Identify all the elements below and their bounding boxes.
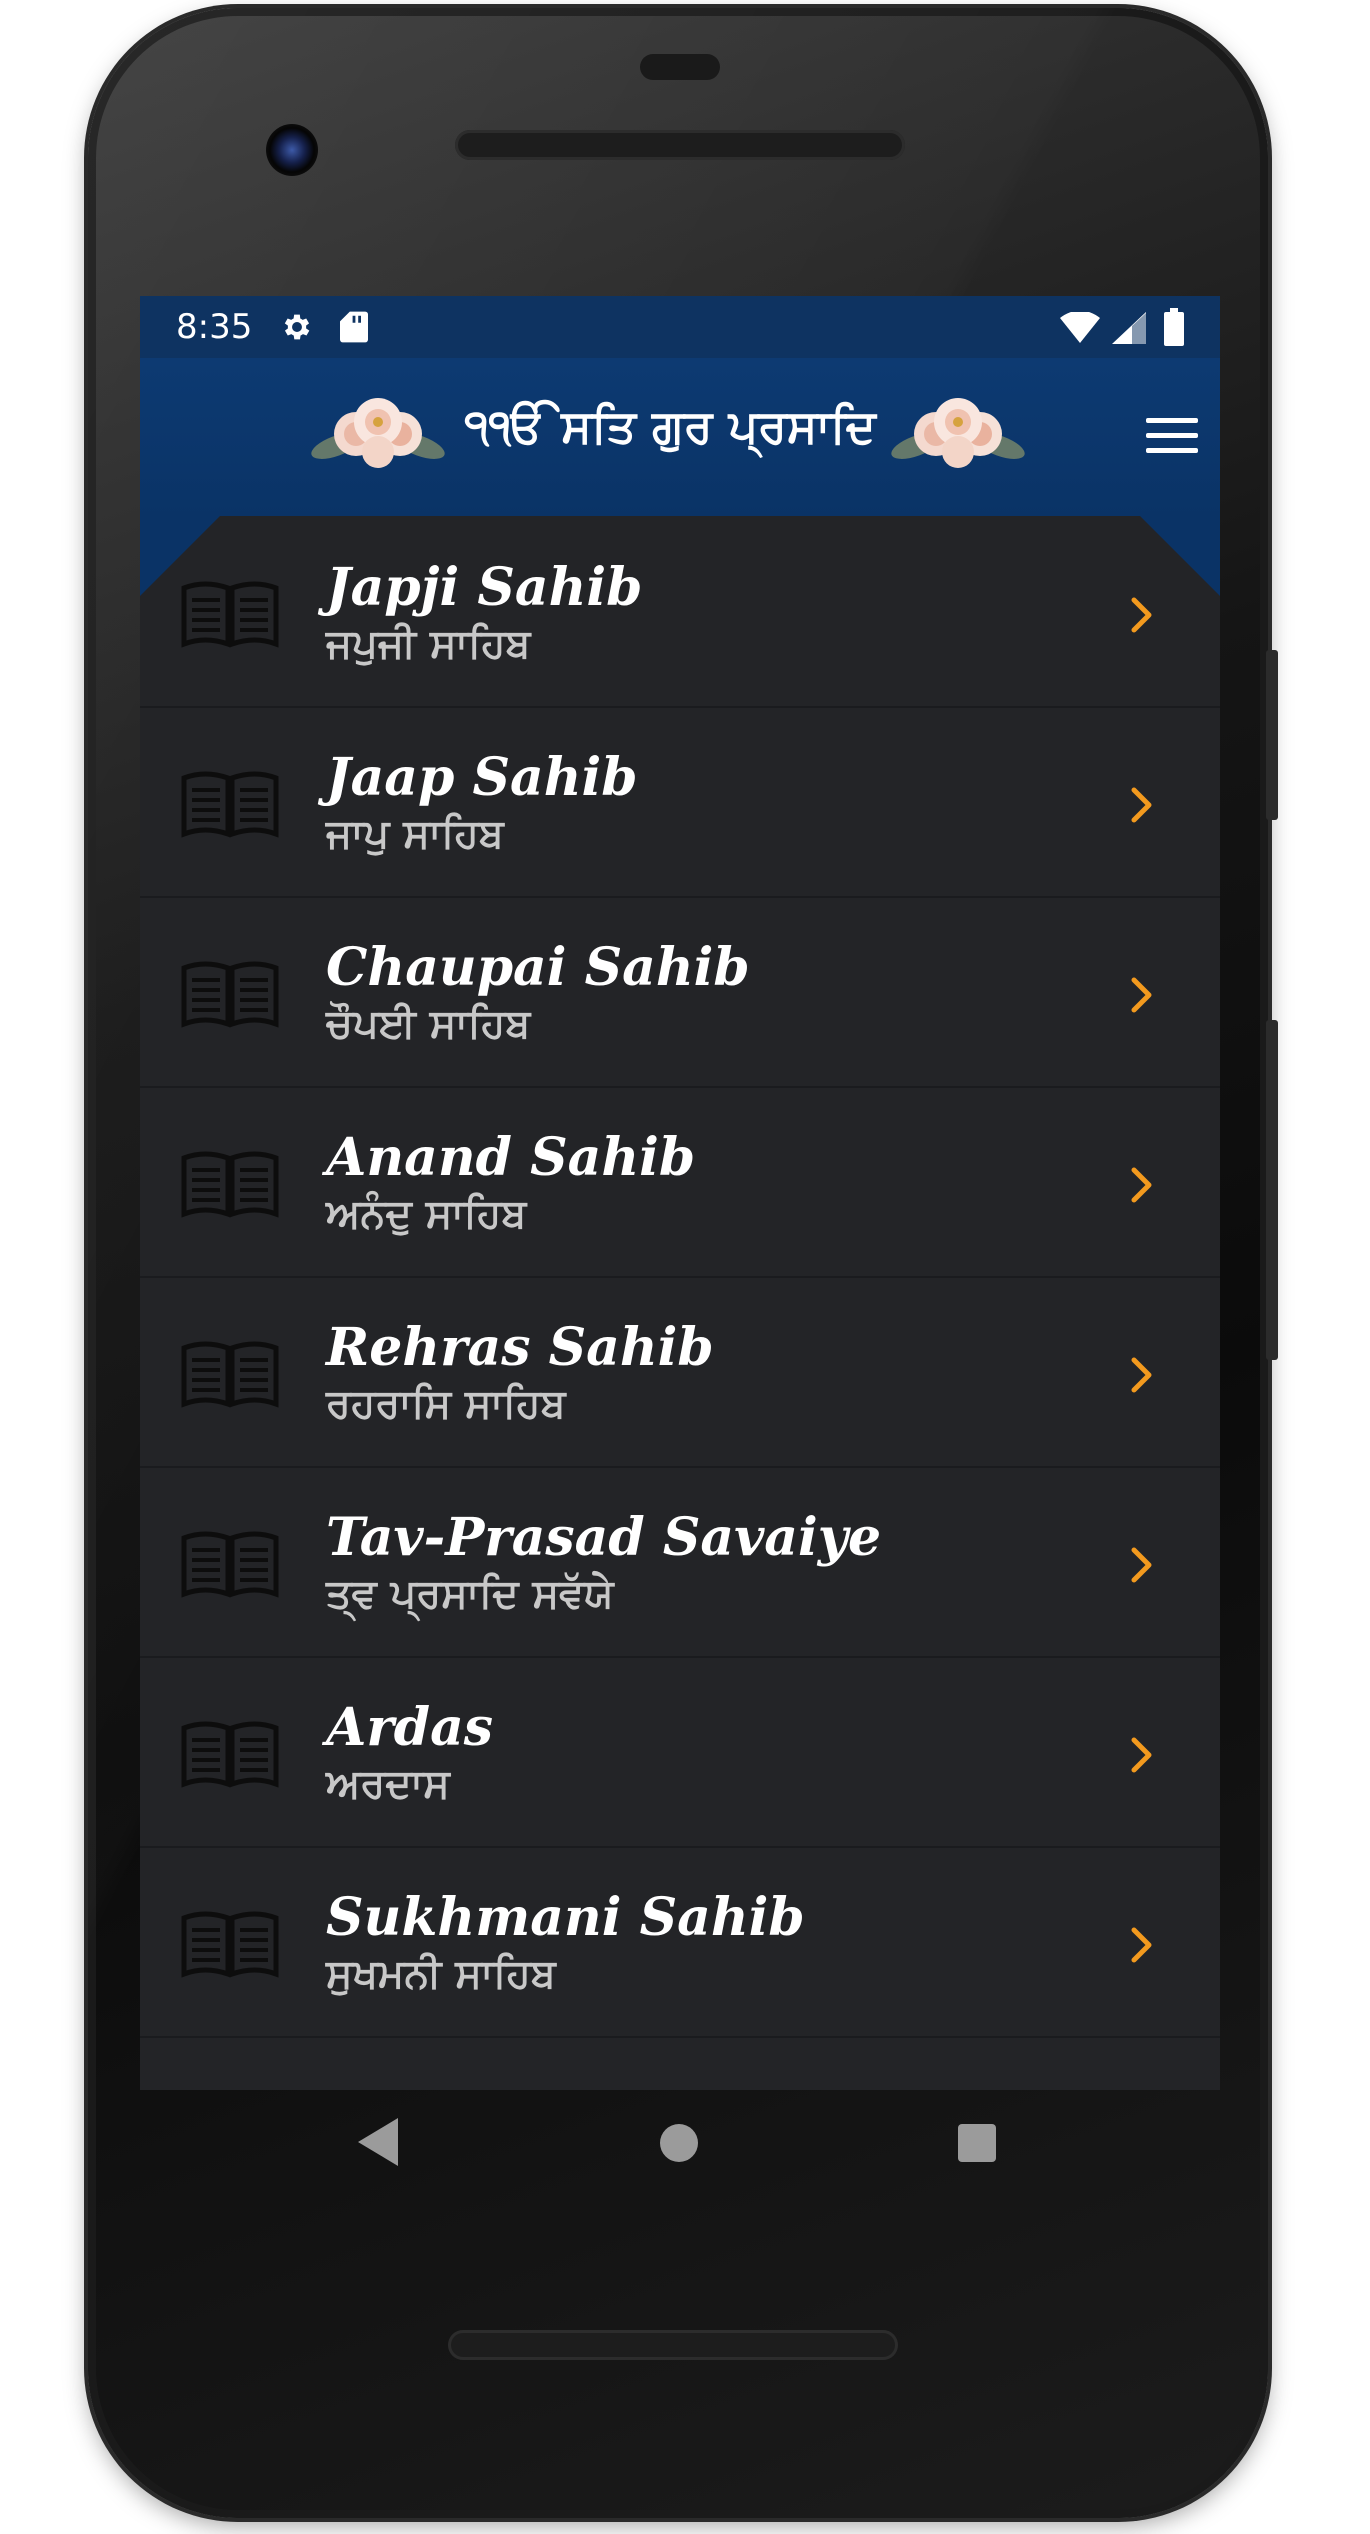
bani-list-item[interactable]: Japji Sahib ਜਪੁਜੀ ਸਾਹਿਬ [140,518,1220,708]
book-icon [181,1531,279,1598]
sd-card-icon [340,311,368,343]
book-icon [181,581,279,648]
signal-icon [1112,312,1146,344]
bani-list-item[interactable]: Sukhmani Sahib ਸੁਖਮਨੀ ਸਾਹਿਬ [140,1848,1220,2038]
book-icon [181,1341,279,1408]
bani-gurmukhi-title: ਅਰਦਾਸ [326,1761,450,1807]
bani-gurmukhi-title: ਚੌਪਈ ਸਾਹਿਬ [326,1001,531,1047]
gear-icon [284,314,310,340]
bani-list: Japji Sahib ਜਪੁਜੀ ਸਾਹਿਬ Jaap Sahib ਜਾਪੁ … [140,518,1220,2038]
bani-list-item[interactable]: Chaupai Sahib ਚੌਪਈ ਸਾਹਿਬ [140,898,1220,1088]
chevron-right-icon [1131,787,1152,823]
bani-title: Anand Sahib [326,1127,696,1188]
menu-line [1146,448,1198,453]
flower-bouquet-icon [311,398,445,468]
system-nav-bar [140,2090,1220,2210]
menu-line [1146,433,1198,438]
menu-line [1146,418,1198,423]
book-icon [181,1911,279,1978]
bani-list-item[interactable]: Jaap Sahib ਜਾਪੁ ਸਾਹਿਬ [140,708,1220,898]
hamburger-menu-icon[interactable] [1146,418,1198,458]
bani-title: Sukhmani Sahib [326,1887,805,1948]
chevron-right-icon [1131,1547,1152,1583]
book-icon [181,1721,279,1788]
bani-gurmukhi-title: ਜਾਪੁ ਸਾਹਿਬ [326,811,504,857]
proximity-sensor [640,54,720,80]
chevron-right-icon [1131,1357,1152,1393]
app-header: ੧ੴ ਸਤਿ ਗੁਰ ਪ੍ਰਸਾਦਿ [140,358,1220,518]
flower-bouquet-icon [891,398,1025,468]
bani-list-item[interactable]: Ardas ਅਰਦਾਸ [140,1658,1220,1848]
chevron-right-icon [1131,1737,1152,1773]
book-icon [181,961,279,1028]
bani-gurmukhi-title: ਅਨੰਦੁ ਸਾਹਿਬ [326,1191,527,1237]
battery-icon [1164,308,1184,346]
book-icon [181,771,279,838]
bani-title: Tav-Prasad Savaiye [326,1507,882,1568]
bani-gurmukhi-title: ਰਹਰਾਸਿ ਸਾਹਿਬ [326,1381,566,1427]
book-icon [181,1151,279,1218]
bani-list-item[interactable]: Anand Sahib ਅਨੰਦੁ ਸਾਹਿਬ [140,1088,1220,1278]
power-button [1266,650,1278,820]
bani-title: Japji Sahib [326,557,643,618]
chevron-right-icon [1131,597,1152,633]
recents-icon[interactable] [958,2124,996,2162]
chevron-right-icon [1131,1927,1152,1963]
bani-title: Chaupai Sahib [326,937,750,998]
bottom-speaker [448,2330,898,2360]
bani-list-item[interactable]: Tav-Prasad Savaiye ਤ੍ਵ ਪ੍ਰਸਾਦਿ ਸਵੱਯੇ [140,1468,1220,1658]
bani-gurmukhi-title: ਤ੍ਵ ਪ੍ਰਸਾਦਿ ਸਵੱਯੇ [326,1571,614,1617]
app-title: ੧ੴ ਸਤਿ ਗੁਰ ਪ੍ਰਸਾਦਿ [464,399,876,453]
bani-list-item[interactable]: Rehras Sahib ਰਹਰਾਸਿ ਸਾਹਿਬ [140,1278,1220,1468]
status-time: 8:35 [176,307,253,347]
home-icon[interactable] [660,2124,698,2162]
front-camera [266,124,318,176]
app-screen: 8:35 ੧ੴ ਸਤਿ ਗੁਰ ਪ੍ਰਸਾਦਿ Japji Sahib ਜਪੁਜ… [140,296,1220,2090]
back-icon[interactable] [358,2118,398,2166]
status-bar: 8:35 [140,296,1220,358]
volume-button [1266,1020,1278,1360]
earpiece-speaker [455,130,905,160]
bani-title: Ardas [326,1697,494,1758]
bani-gurmukhi-title: ਸੁਖਮਨੀ ਸਾਹਿਬ [326,1951,556,1997]
chevron-right-icon [1131,977,1152,1013]
wifi-icon [1060,312,1100,343]
bani-title: Rehras Sahib [326,1317,714,1378]
bani-title: Jaap Sahib [326,747,638,808]
bani-gurmukhi-title: ਜਪੁਜੀ ਸਾਹਿਬ [326,621,531,667]
chevron-right-icon [1131,1167,1152,1203]
